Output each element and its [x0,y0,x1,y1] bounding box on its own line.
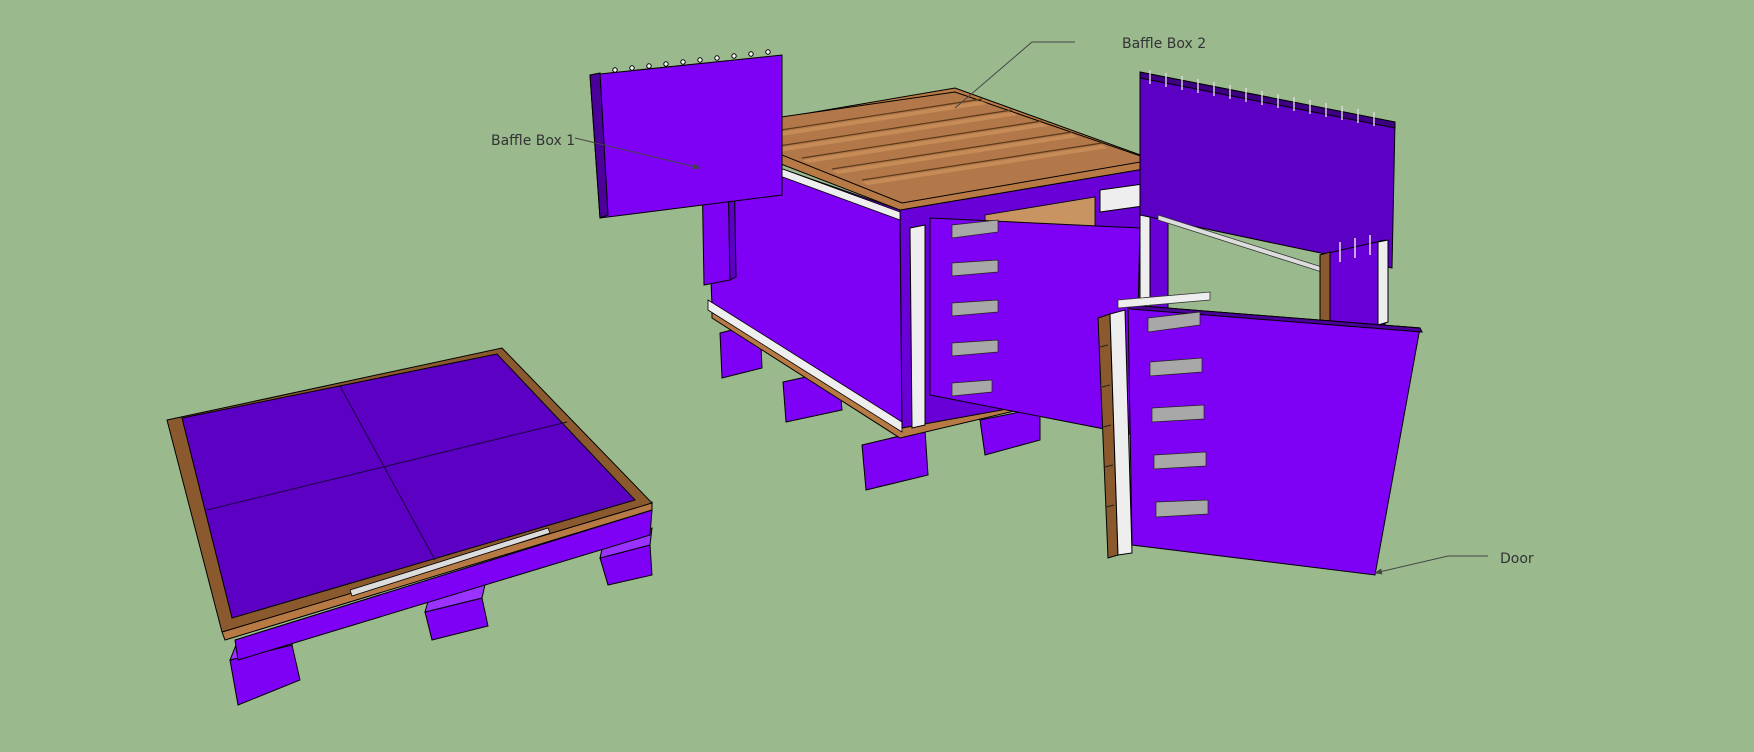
label-baffle-box-1: Baffle Box 1 [491,133,575,149]
label-baffle-box-2: Baffle Box 2 [1122,36,1206,52]
detached-door [1097,291,1423,576]
callout-door: Door [1374,551,1534,575]
leader-door [1374,555,1488,575]
door-hinge-5 [1155,499,1209,518]
door-leaf [1127,304,1421,576]
side-panel-left [589,49,783,219]
door-hinge-3 [1151,404,1205,423]
model-scene: Baffle Box 1 Baffle Box 2 Door [166,36,1534,706]
door-hinge-4 [1153,451,1207,470]
back-panel [1139,70,1396,274]
door-frame-left [909,224,926,429]
label-door: Door [1500,551,1534,567]
floor-platform [166,347,653,706]
box-foot-3 [861,429,929,491]
